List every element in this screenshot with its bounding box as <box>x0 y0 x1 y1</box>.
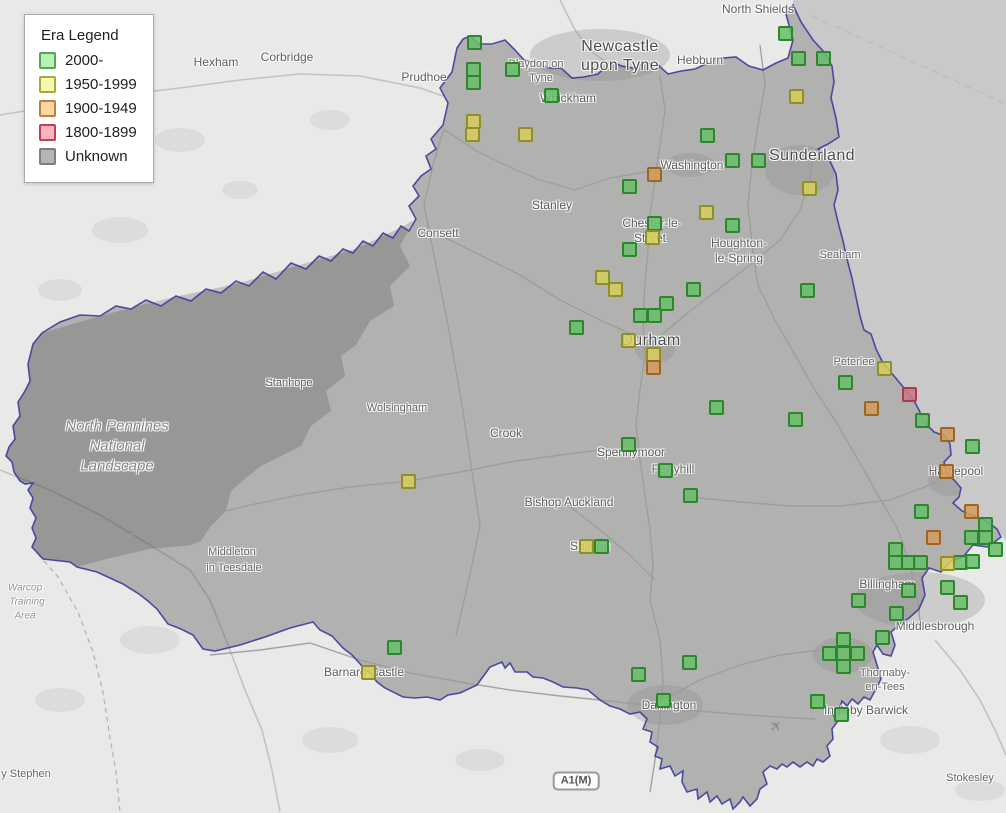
map-marker-era2000[interactable] <box>901 583 916 598</box>
map-marker-era2000[interactable] <box>836 632 851 647</box>
map-marker-era1900[interactable] <box>864 401 879 416</box>
map-marker-era2000[interactable] <box>467 35 482 50</box>
legend-label: 1900-1949 <box>65 100 137 117</box>
road-badge-a1m: A1(M) <box>552 771 600 791</box>
map-marker-era2000[interactable] <box>791 51 806 66</box>
map-marker-era2000[interactable] <box>834 707 849 722</box>
map-marker-era1950[interactable] <box>361 665 376 680</box>
legend-label: 1950-1999 <box>65 76 137 93</box>
map-marker-era2000[interactable] <box>647 216 662 231</box>
map-marker-era2000[interactable] <box>850 646 865 661</box>
map-marker-era2000[interactable] <box>686 282 701 297</box>
legend-item-era1800: 1800-1899 <box>39 124 137 141</box>
map-marker-era1950[interactable] <box>789 89 804 104</box>
map-marker-era2000[interactable] <box>875 630 890 645</box>
map-marker-era2000[interactable] <box>953 595 968 610</box>
map-marker-era1950[interactable] <box>621 333 636 348</box>
map-canvas[interactable]: Newcastle upon Tyne Sunderland Durham North … <box>0 0 1006 813</box>
legend-item-era1950: 1950-1999 <box>39 76 137 93</box>
legend-swatch-era1900 <box>39 100 56 117</box>
map-marker-era2000[interactable] <box>658 463 673 478</box>
map-marker-era2000[interactable] <box>656 693 671 708</box>
map-marker-era2000[interactable] <box>778 26 793 41</box>
map-marker-era1900[interactable] <box>964 504 979 519</box>
map-marker-era1950[interactable] <box>699 205 714 220</box>
map-marker-era2000[interactable] <box>622 179 637 194</box>
map-marker-era2000[interactable] <box>387 640 402 655</box>
map-marker-era2000[interactable] <box>810 694 825 709</box>
admin-boundary-dashed <box>31 546 121 813</box>
map-marker-era2000[interactable] <box>913 555 928 570</box>
map-marker-era2000[interactable] <box>851 593 866 608</box>
map-marker-era1950[interactable] <box>802 181 817 196</box>
map-marker-era2000[interactable] <box>914 504 929 519</box>
map-marker-era2000[interactable] <box>751 153 766 168</box>
map-marker-era2000[interactable] <box>725 218 740 233</box>
map-marker-era1950[interactable] <box>940 556 955 571</box>
map-marker-era2000[interactable] <box>622 242 637 257</box>
map-marker-era2000[interactable] <box>466 75 481 90</box>
legend-item-era2000: 2000- <box>39 52 137 69</box>
map-marker-era2000[interactable] <box>822 646 837 661</box>
legend-swatch-era2000 <box>39 52 56 69</box>
map-marker-era1900[interactable] <box>926 530 941 545</box>
map-marker-era1900[interactable] <box>647 167 662 182</box>
map-marker-era2000[interactable] <box>544 88 559 103</box>
legend-items: 2000- 1950-1999 1900-1949 1800-1899 Unknown <box>39 52 137 165</box>
legend-label: 2000- <box>65 52 104 69</box>
map-marker-era2000[interactable] <box>569 320 584 335</box>
map-marker-era1800[interactable] <box>902 387 917 402</box>
map-marker-era1950[interactable] <box>645 230 660 245</box>
map-marker-era2000[interactable] <box>965 439 980 454</box>
map-marker-era2000[interactable] <box>800 283 815 298</box>
legend-label: 1800-1899 <box>65 124 137 141</box>
map-marker-era2000[interactable] <box>965 554 980 569</box>
legend-item-unknown: Unknown <box>39 148 137 165</box>
map-marker-era2000[interactable] <box>633 308 648 323</box>
map-marker-era1950[interactable] <box>608 282 623 297</box>
map-marker-era2000[interactable] <box>889 606 904 621</box>
legend-swatch-unknown <box>39 148 56 165</box>
map-marker-era1900[interactable] <box>939 464 954 479</box>
map-marker-era1950[interactable] <box>465 127 480 142</box>
legend-swatch-era1950 <box>39 76 56 93</box>
map-marker-era1950[interactable] <box>579 539 594 554</box>
map-marker-era2000[interactable] <box>836 659 851 674</box>
era-legend: Era Legend 2000- 1950-1999 1900-1949 1800-1… <box>24 14 154 183</box>
map-marker-era2000[interactable] <box>915 413 930 428</box>
map-marker-era2000[interactable] <box>647 308 662 323</box>
legend-title: Era Legend <box>41 27 119 44</box>
map-marker-era1950[interactable] <box>877 361 892 376</box>
map-marker-era2000[interactable] <box>700 128 715 143</box>
map-marker-era2000[interactable] <box>594 539 609 554</box>
map-marker-era2000[interactable] <box>816 51 831 66</box>
map-marker-era2000[interactable] <box>838 375 853 390</box>
legend-label: Unknown <box>65 148 128 165</box>
map-marker-era2000[interactable] <box>682 655 697 670</box>
legend-swatch-era1800 <box>39 124 56 141</box>
legend-item-era1900: 1900-1949 <box>39 100 137 117</box>
map-marker-era2000[interactable] <box>988 542 1003 557</box>
map-marker-era2000[interactable] <box>725 153 740 168</box>
map-marker-era2000[interactable] <box>788 412 803 427</box>
map-marker-era2000[interactable] <box>505 62 520 77</box>
map-marker-era1900[interactable] <box>940 427 955 442</box>
map-marker-era2000[interactable] <box>621 437 636 452</box>
map-marker-era1950[interactable] <box>518 127 533 142</box>
map-marker-era1950[interactable] <box>401 474 416 489</box>
map-marker-era2000[interactable] <box>964 530 979 545</box>
map-marker-era2000[interactable] <box>631 667 646 682</box>
map-marker-era1900[interactable] <box>646 360 661 375</box>
map-marker-era2000[interactable] <box>683 488 698 503</box>
map-marker-era2000[interactable] <box>940 580 955 595</box>
map-marker-era2000[interactable] <box>709 400 724 415</box>
